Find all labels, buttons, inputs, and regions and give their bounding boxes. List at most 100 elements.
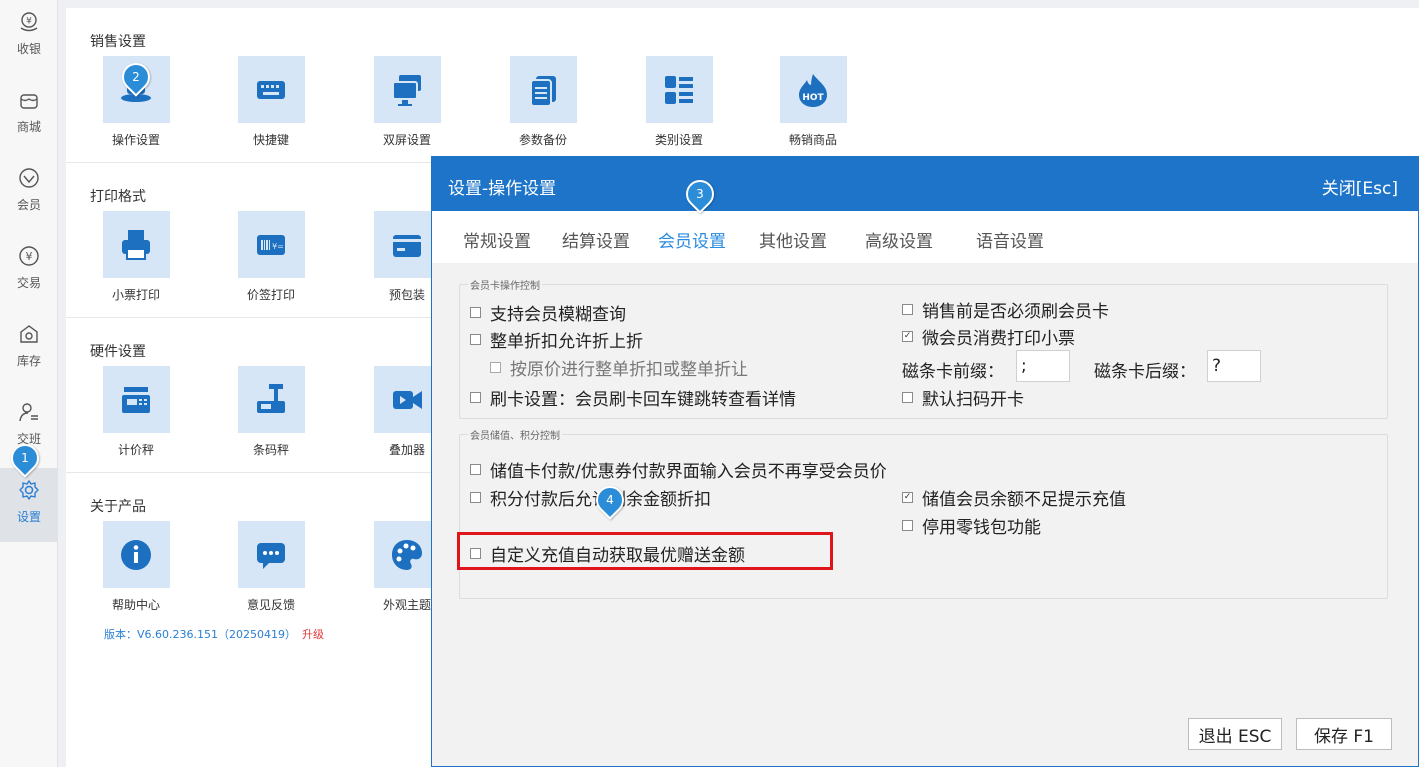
gear-icon <box>17 478 41 502</box>
tile-price-tag-print[interactable]: ¥= 价签打印 <box>221 211 321 303</box>
option-micro-member-receipt[interactable]: ✓ 微会员消费打印小票 <box>902 324 1075 349</box>
section-title-sales: 销售设置 <box>90 34 146 50</box>
barcode-scale-icon <box>237 366 305 433</box>
rail-label-inventory: 库存 <box>16 354 41 368</box>
option-discount-stacking[interactable]: 整单折扣允许折上折 <box>470 327 643 352</box>
option-disable-wallet[interactable]: 停用零钱包功能 <box>902 513 1041 538</box>
rail-item-settings[interactable]: 设置 <box>0 468 58 542</box>
dialog-title: 设置-操作设置 <box>448 179 557 199</box>
option-label: 微会员消费打印小票 <box>922 329 1075 349</box>
stripe-suffix-input[interactable]: ? <box>1207 350 1261 382</box>
rail-item-shop[interactable]: 商城 <box>0 78 58 152</box>
rail-item-member[interactable]: 会员 <box>0 156 58 230</box>
option-original-price-discount[interactable]: 按原价进行整单折扣或整单折让 <box>490 355 748 380</box>
tile-feedback[interactable]: 意见反馈 <box>221 521 321 613</box>
option-card-swipe-enter[interactable]: 刷卡设置：会员刷卡回车键跳转查看详情 <box>470 385 796 410</box>
price-tag-icon: ¥= <box>237 211 305 278</box>
dialog-close-button[interactable]: 关闭[Esc] <box>1322 174 1398 199</box>
scale-icon <box>102 366 170 433</box>
tile-caption: 类别设置 <box>654 133 703 147</box>
info-icon <box>102 521 170 588</box>
group-legend: 会员卡操作控制 <box>468 277 542 292</box>
tab-voice[interactable]: 语音设置 <box>976 227 1044 252</box>
stripe-suffix-label: 磁条卡后缀： <box>1094 362 1196 382</box>
checkbox[interactable] <box>902 392 913 403</box>
tile-barcode-scale[interactable]: 条码秤 <box>221 366 321 458</box>
hot-flame-icon: HOT <box>779 56 847 123</box>
option-low-balance-recharge-prompt[interactable]: ✓ 储值会员余额不足提示充值 <box>902 485 1126 510</box>
highlight-box <box>457 532 833 570</box>
stripe-prefix-input[interactable]: ; <box>1016 350 1070 382</box>
rail-item-transaction[interactable]: ¥ 交易 <box>0 234 58 308</box>
cashier-icon: ¥ <box>17 10 41 34</box>
tile-help-center[interactable]: 帮助中心 <box>86 521 186 613</box>
tile-pricing-scale[interactable]: 计价秤 <box>86 366 186 458</box>
option-default-scan-open-card[interactable]: 默认扫码开卡 <box>902 385 1024 410</box>
rail-label-transaction: 交易 <box>16 276 41 290</box>
chat-bubble-icon <box>237 521 305 588</box>
checkbox[interactable] <box>490 362 501 373</box>
tab-checkout[interactable]: 结算设置 <box>562 227 630 252</box>
rail-label-cashier: 收银 <box>16 42 41 56</box>
tile-caption: 参数备份 <box>518 133 567 147</box>
checkbox[interactable] <box>902 520 913 531</box>
keyboard-icon <box>237 56 305 123</box>
upgrade-link[interactable]: 升级 <box>302 628 324 641</box>
stripe-prefix-label: 磁条卡前缀： <box>902 362 1004 382</box>
shop-icon <box>17 88 41 112</box>
transaction-icon: ¥ <box>17 244 41 268</box>
tile-receipt-print[interactable]: 小票打印 <box>86 211 186 303</box>
section-title-print: 打印格式 <box>90 189 146 205</box>
checkbox[interactable] <box>902 304 913 315</box>
rail-item-inventory[interactable]: 库存 <box>0 312 58 386</box>
tile-param-backup[interactable]: 参数备份 <box>493 56 593 148</box>
checkbox[interactable] <box>470 307 481 318</box>
option-label: 整单折扣允许折上折 <box>490 332 643 352</box>
option-fuzzy-query[interactable]: 支持会员模糊查询 <box>470 300 626 325</box>
section-title-about: 关于产品 <box>90 499 146 515</box>
option-label: 支持会员模糊查询 <box>490 305 626 325</box>
checkbox[interactable] <box>470 334 481 345</box>
option-require-card-before-sale[interactable]: 销售前是否必须刷会员卡 <box>902 297 1109 322</box>
tile-caption: 小票打印 <box>111 288 160 302</box>
dialog-tabs: 常规设置 结算设置 会员设置 其他设置 高级设置 语音设置 <box>432 211 1418 263</box>
step-marker-number: 4 <box>606 493 614 507</box>
group-legend: 会员储值、积分控制 <box>468 427 562 442</box>
printer-icon <box>102 211 170 278</box>
tab-other[interactable]: 其他设置 <box>759 227 827 252</box>
option-label: 停用零钱包功能 <box>922 518 1041 538</box>
tile-hot-products[interactable]: HOT 畅销商品 <box>763 56 863 148</box>
category-icon <box>645 56 713 123</box>
checkbox-checked[interactable]: ✓ <box>902 492 913 503</box>
step-marker-number: 3 <box>696 187 704 201</box>
document-icon <box>509 56 577 123</box>
tile-dual-screen[interactable]: 双屏设置 <box>357 56 457 148</box>
step-marker-number: 2 <box>132 70 140 84</box>
option-points-remaining-discount[interactable]: 积分付款后允许剩余金额折扣 <box>470 485 711 510</box>
rail-item-cashier[interactable]: ¥ 收银 <box>0 0 58 74</box>
member-icon <box>17 166 41 190</box>
checkbox[interactable] <box>470 392 481 403</box>
step-marker-number: 1 <box>21 451 29 465</box>
option-label: 默认扫码开卡 <box>922 390 1024 410</box>
svg-text:¥=: ¥= <box>272 242 284 251</box>
tab-advanced[interactable]: 高级设置 <box>865 227 933 252</box>
tile-shortcut-keys[interactable]: 快捷键 <box>221 56 321 148</box>
checkbox[interactable] <box>470 492 481 503</box>
tile-caption: 条码秤 <box>252 443 289 457</box>
rail-label-member: 会员 <box>16 198 41 212</box>
hot-badge-text: HOT <box>802 93 824 103</box>
tab-member[interactable]: 会员设置 <box>658 227 726 252</box>
checkbox-checked[interactable]: ✓ <box>902 331 913 342</box>
option-no-member-price-stored-value[interactable]: 储值卡付款/优惠券付款界面输入会员不再享受会员价 <box>470 457 887 482</box>
save-button[interactable]: 保存 F1 <box>1296 718 1392 750</box>
tile-category-settings[interactable]: 类别设置 <box>629 56 729 148</box>
checkbox[interactable] <box>470 464 481 475</box>
tab-general[interactable]: 常规设置 <box>463 227 531 252</box>
tile-caption: 操作设置 <box>111 133 160 147</box>
exit-button[interactable]: 退出 ESC <box>1188 718 1282 750</box>
rail-label-settings: 设置 <box>16 510 41 524</box>
option-label: 销售前是否必须刷会员卡 <box>922 302 1109 322</box>
tile-caption: 畅销商品 <box>788 133 837 147</box>
rail-label-shop: 商城 <box>16 120 41 134</box>
